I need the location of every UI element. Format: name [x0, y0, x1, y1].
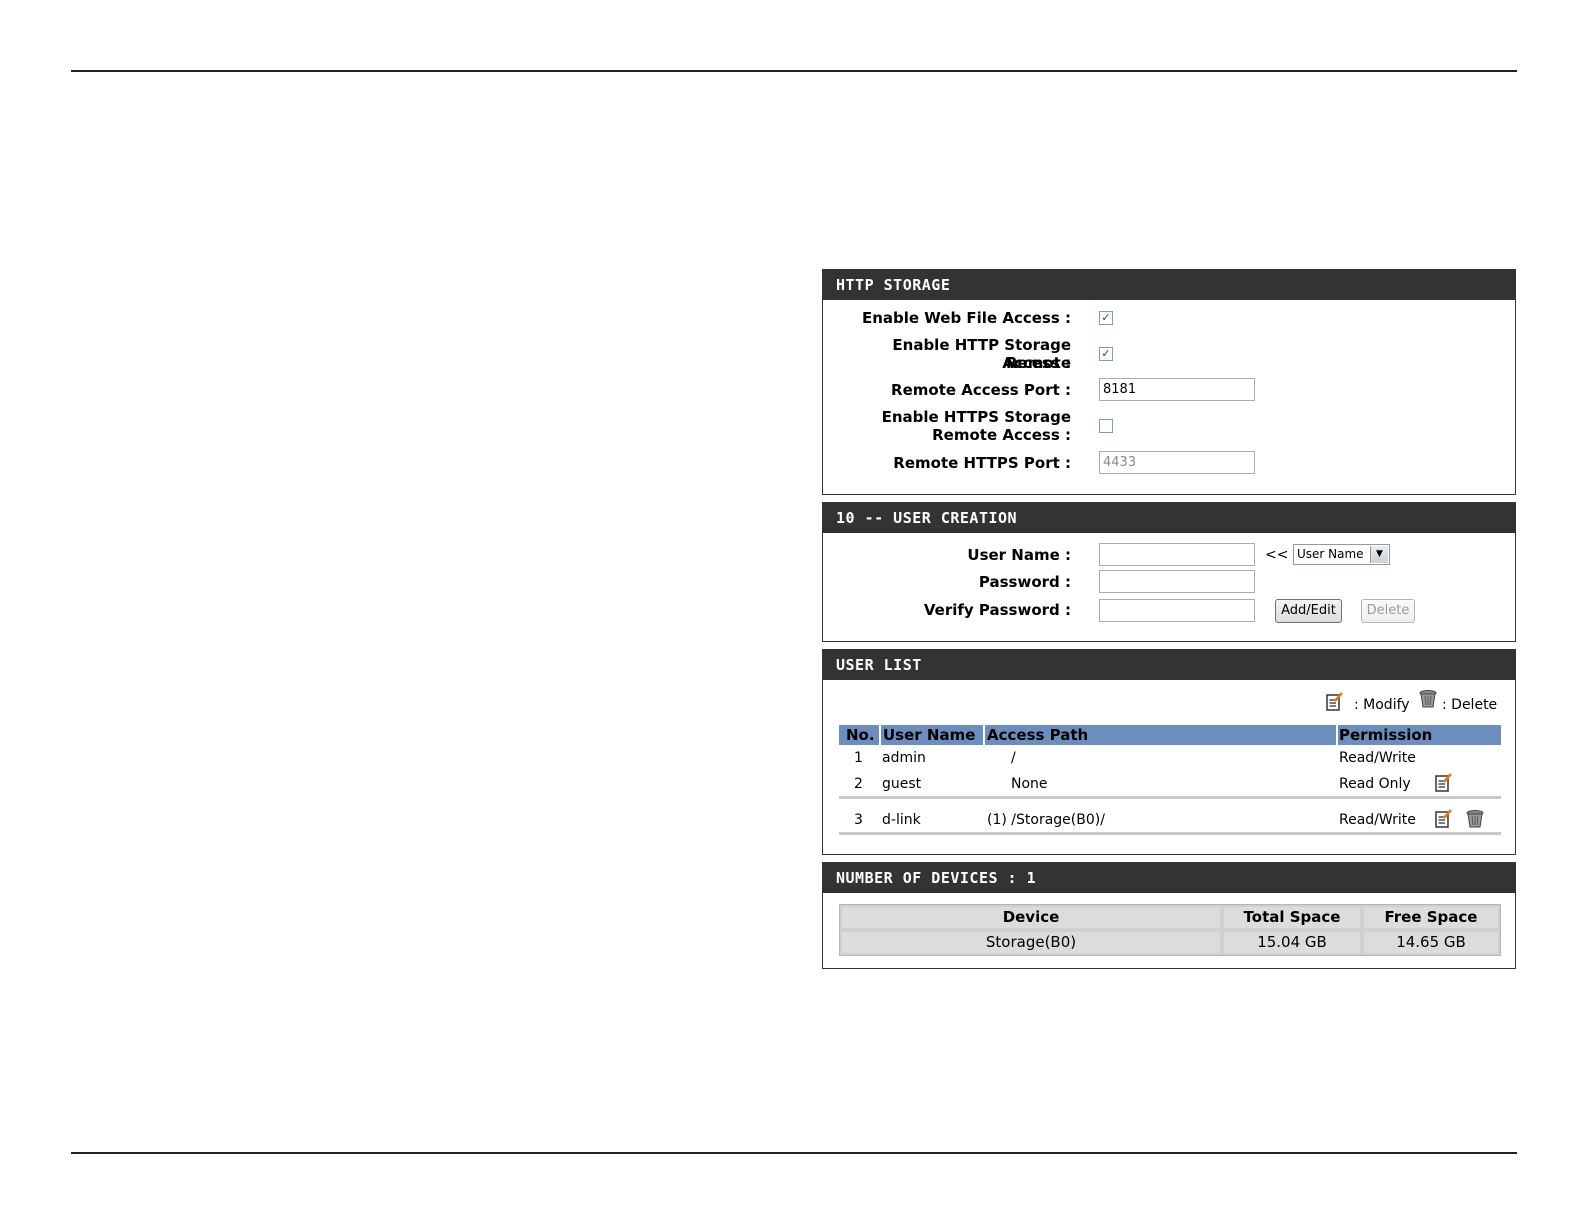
row-user: guest — [882, 776, 922, 792]
chevron-down-icon: ▼ — [1370, 546, 1388, 563]
legend-delete-text: : Delete — [1442, 697, 1498, 713]
legend-modify-text: : Modify — [1354, 697, 1410, 713]
header-divider — [1336, 725, 1338, 745]
enable-web-label: Enable Web File Access : — [861, 309, 1071, 327]
username-label: User Name : — [967, 546, 1071, 564]
arrow-text: << — [1265, 547, 1289, 563]
modify-icon[interactable] — [1435, 809, 1453, 829]
row-permission: Read Only — [1339, 776, 1411, 792]
user-creation-title: 10 -- USER CREATION — [823, 503, 1515, 533]
header-divider — [879, 725, 881, 745]
top-divider — [71, 70, 1517, 72]
row-user: admin — [882, 750, 926, 766]
col-total-space: Total Space — [1224, 907, 1360, 928]
total-space-cell: 15.04 GB — [1224, 932, 1360, 953]
enable-https-checkbox[interactable] — [1099, 419, 1113, 433]
col-device: Device — [842, 907, 1220, 928]
free-space-cell: 14.65 GB — [1364, 932, 1498, 953]
row-user: d-link — [882, 812, 921, 828]
row-no: 3 — [854, 812, 863, 828]
enable-http-remote-label-2: Access : — [1002, 354, 1071, 372]
password-label: Password : — [978, 573, 1071, 591]
enable-web-checkbox[interactable]: ✓ — [1099, 311, 1113, 325]
http-storage-panel: HTTP STORAGE Enable Web File Access : ✓ … — [822, 269, 1516, 495]
row-path: / — [1011, 750, 1016, 766]
username-input[interactable] — [1099, 543, 1255, 566]
modify-icon[interactable] — [1435, 773, 1453, 793]
enable-http-remote-checkbox[interactable]: ✓ — [1099, 347, 1113, 361]
row-separator — [839, 832, 1501, 835]
password-input[interactable] — [1099, 570, 1255, 593]
delete-button[interactable]: Delete — [1361, 599, 1415, 623]
row-permission: Read/Write — [1339, 812, 1416, 828]
row-no: 2 — [854, 776, 863, 792]
devices-panel: NUMBER OF DEVICES : 1 Device Total Space… — [822, 862, 1516, 969]
header-divider — [983, 725, 985, 745]
add-edit-button[interactable]: Add/Edit — [1275, 599, 1342, 623]
remote-port-label: Remote Access Port : — [891, 381, 1071, 399]
enable-https-label-2: Remote Access : — [932, 426, 1071, 444]
devices-title: NUMBER OF DEVICES : 1 — [823, 863, 1515, 893]
row-path: None — [1011, 776, 1048, 792]
enable-https-label-1: Enable HTTPS Storage — [881, 408, 1071, 426]
row-no: 1 — [854, 750, 863, 766]
https-port-input[interactable]: 4433 — [1099, 451, 1255, 474]
user-creation-panel: 10 -- USER CREATION User Name : << User … — [822, 502, 1516, 642]
trash-icon[interactable] — [1466, 809, 1484, 829]
col-access-path: Access Path — [987, 726, 1089, 744]
row-permission: Read/Write — [1339, 750, 1416, 766]
http-storage-title: HTTP STORAGE — [823, 270, 1515, 300]
username-select-value: User Name — [1297, 547, 1364, 561]
bottom-divider — [71, 1152, 1517, 1154]
col-permission: Permission — [1339, 726, 1433, 744]
col-free-space: Free Space — [1364, 907, 1498, 928]
devices-table: Device Total Space Free Space Storage(B0… — [839, 904, 1501, 956]
row-path: (1) /Storage(B0)/ — [987, 812, 1105, 828]
modify-icon — [1326, 692, 1344, 712]
remote-port-input[interactable]: 8181 — [1099, 378, 1255, 401]
verify-password-input[interactable] — [1099, 599, 1255, 622]
verify-password-label: Verify Password : — [923, 601, 1071, 619]
col-user-name: User Name — [883, 726, 976, 744]
user-list-panel: USER LIST : Modify : Delete No. User Nam… — [822, 649, 1516, 855]
device-name-cell: Storage(B0) — [842, 932, 1220, 953]
row-separator — [839, 796, 1501, 799]
username-select[interactable]: User Name ▼ — [1293, 544, 1390, 565]
https-port-label: Remote HTTPS Port : — [893, 454, 1071, 472]
trash-icon — [1419, 689, 1437, 709]
col-no: No. — [846, 726, 875, 744]
user-list-title: USER LIST — [823, 650, 1515, 680]
user-list-header: No. User Name Access Path Permission — [839, 725, 1501, 745]
